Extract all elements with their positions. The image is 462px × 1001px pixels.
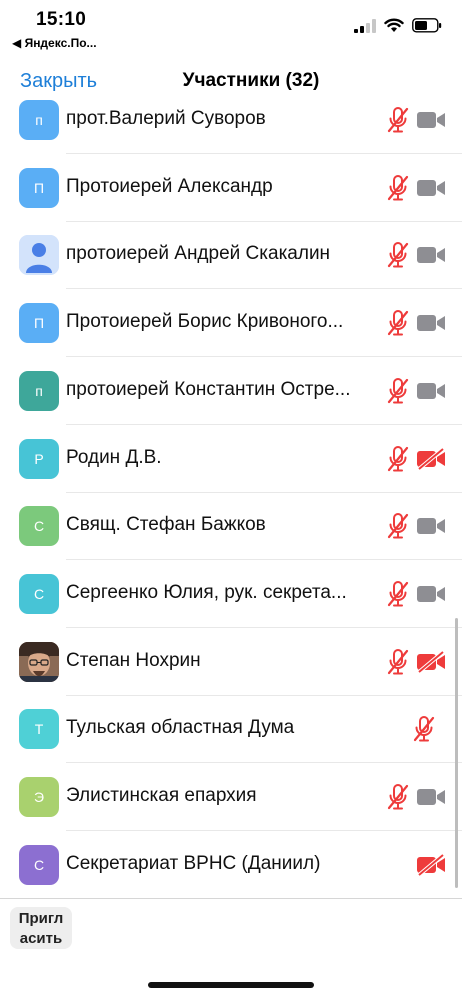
person-icon	[19, 235, 59, 275]
battery-icon	[412, 18, 442, 33]
participant-name: Секретариат ВРНС (Даниил)	[66, 853, 321, 874]
participant-name: протоиерей Константин Остре...	[66, 379, 351, 400]
row-divider	[66, 762, 462, 763]
status-icons	[354, 18, 442, 33]
camera-icon[interactable]	[416, 380, 446, 402]
participant-name: Степан Нохрин	[66, 650, 201, 671]
participant-row[interactable]: Р Родин Д.В.	[0, 426, 462, 494]
avatar-initial: С	[33, 518, 45, 534]
home-indicator	[148, 982, 314, 988]
participant-row[interactable]: Т Тульская областная Дума	[0, 696, 462, 764]
participant-name: Сергеенко Юлия, рук. секрета...	[66, 582, 347, 603]
muted-mic-icon[interactable]	[387, 106, 409, 134]
muted-mic-icon[interactable]	[387, 648, 409, 676]
camera-icon[interactable]	[416, 515, 446, 537]
camera-icon[interactable]	[416, 312, 446, 334]
participant-row[interactable]: П Протоиерей Александр	[0, 155, 462, 223]
invite-button[interactable]: Пригл асить	[10, 907, 72, 949]
participant-row[interactable]: С Секретариат ВРНС (Даниил)	[0, 832, 462, 898]
row-divider	[66, 830, 462, 831]
muted-mic-icon[interactable]	[413, 715, 435, 743]
invite-label-line2: асить	[19, 930, 63, 947]
participant-row[interactable]: протоиерей Андрей Скакалин	[0, 222, 462, 290]
muted-mic-icon[interactable]	[387, 377, 409, 405]
camera-icon[interactable]	[416, 244, 446, 266]
avatar: П	[19, 303, 59, 343]
avatar-initial: п	[35, 112, 43, 128]
invite-label-line1: Пригл	[18, 910, 64, 927]
avatar-initial: п	[35, 383, 43, 399]
avatar: Т	[19, 709, 59, 749]
row-divider	[66, 356, 462, 357]
camera-off-icon[interactable]	[416, 650, 446, 674]
camera-off-icon[interactable]	[416, 853, 446, 877]
row-divider	[66, 559, 462, 560]
status-time: 15:10	[36, 9, 87, 30]
avatar: п	[19, 100, 59, 140]
participants-list[interactable]: п прот.Валерий Суворов П Протоиерей Алекса…	[0, 86, 462, 898]
avatar: п	[19, 371, 59, 411]
camera-icon[interactable]	[416, 583, 446, 605]
avatar	[19, 235, 59, 275]
participant-row[interactable]: п протоиерей Константин Остре...	[0, 358, 462, 426]
participant-row[interactable]: С Сергеенко Юлия, рук. секрета...	[0, 561, 462, 629]
participant-row[interactable]: Э Элистинская епархия	[0, 764, 462, 832]
avatar: С	[19, 845, 59, 885]
avatar-initial: Р	[34, 451, 44, 467]
participant-row[interactable]: п прот.Валерий Суворов	[0, 87, 462, 155]
row-divider	[66, 153, 462, 154]
back-to-app-link[interactable]: ◀ Яндекс.По...	[12, 36, 97, 50]
muted-mic-icon[interactable]	[387, 174, 409, 202]
row-divider	[66, 288, 462, 289]
signal-icon	[354, 18, 376, 33]
muted-mic-icon[interactable]	[387, 241, 409, 269]
avatar	[19, 642, 59, 682]
row-divider	[66, 424, 462, 425]
muted-mic-icon[interactable]	[387, 445, 409, 473]
avatar: С	[19, 574, 59, 614]
status-bar: 15:10 ◀ Яндекс.По...	[0, 0, 462, 56]
photo-avatar	[19, 642, 59, 682]
scrollbar[interactable]	[455, 618, 458, 888]
avatar-initial: П	[33, 180, 45, 196]
participant-name: Свящ. Стефан Бажков	[66, 514, 266, 535]
participant-row[interactable]: С Свящ. Стефан Бажков	[0, 493, 462, 561]
muted-mic-icon[interactable]	[387, 580, 409, 608]
participant-name: Тульская областная Дума	[66, 717, 295, 738]
row-divider	[66, 627, 462, 628]
avatar-initial: Т	[34, 721, 44, 737]
avatar-initial: С	[33, 857, 45, 873]
avatar-initial: С	[33, 586, 45, 602]
participant-row[interactable]: П Протоиерей Борис Кривоного...	[0, 290, 462, 358]
muted-mic-icon[interactable]	[387, 783, 409, 811]
avatar: Р	[19, 439, 59, 479]
participant-name: прот.Валерий Суворов	[66, 108, 266, 129]
camera-off-icon[interactable]	[416, 447, 446, 471]
wifi-icon	[384, 18, 404, 32]
participant-name: Элистинская епархия	[66, 785, 257, 806]
avatar: С	[19, 506, 59, 546]
muted-mic-icon[interactable]	[387, 512, 409, 540]
camera-icon[interactable]	[416, 786, 446, 808]
avatar: П	[19, 168, 59, 208]
participant-name: Протоиерей Борис Кривоного...	[66, 311, 344, 332]
participant-name: Родин Д.В.	[66, 447, 162, 468]
avatar: Э	[19, 777, 59, 817]
camera-icon[interactable]	[416, 109, 446, 131]
participant-name: протоиерей Андрей Скакалин	[66, 243, 331, 264]
participant-name: Протоиерей Александр	[66, 176, 273, 197]
avatar-initial: П	[33, 315, 45, 331]
participant-row[interactable]: Степан Нохрин	[0, 629, 462, 697]
avatar-initial: Э	[33, 789, 45, 805]
camera-icon[interactable]	[416, 177, 446, 199]
muted-mic-icon[interactable]	[387, 309, 409, 337]
